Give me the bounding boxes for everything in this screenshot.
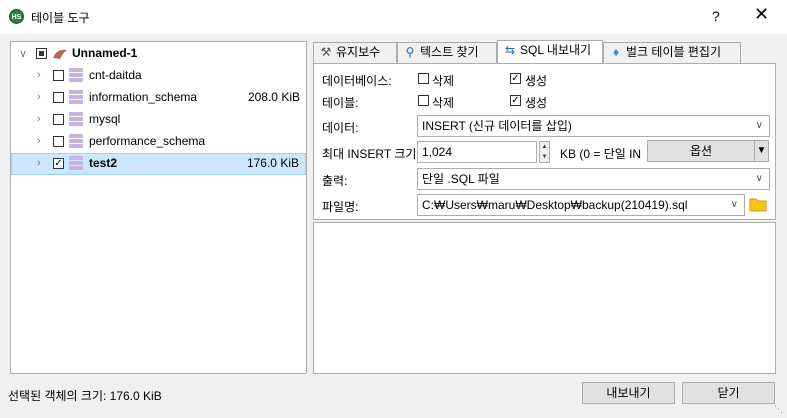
row-checkbox[interactable] xyxy=(53,114,64,125)
tab-bulk-table-editor[interactable]: ♦ 벌크 테이블 편집기 xyxy=(603,42,741,63)
data-mode-value: INSERT (신규 데이터를 삽입) xyxy=(422,119,572,133)
database-icon xyxy=(69,112,83,128)
max-insert-value: 1,024 xyxy=(422,145,453,159)
table-label: 테이블: xyxy=(322,96,359,110)
chevron-right-icon[interactable]: › xyxy=(37,91,41,103)
max-insert-stepper[interactable]: ▲ ▼ xyxy=(539,141,550,163)
close-window-button[interactable]: ✕ xyxy=(754,4,769,25)
table-create-checkbox[interactable]: ✓ xyxy=(510,95,521,106)
chevron-down-icon: ∨ xyxy=(755,120,763,131)
wrench-icon: ⚒ xyxy=(320,45,332,59)
database-create-checkbox[interactable]: ✓ xyxy=(510,73,521,84)
database-drop-label: 삭제 xyxy=(432,74,455,88)
table-create-label: 생성 xyxy=(525,96,548,110)
database-name: performance_schema xyxy=(89,134,206,148)
row-checkbox[interactable] xyxy=(53,70,64,81)
database-icon xyxy=(69,90,83,106)
chevron-down-icon: ∨ xyxy=(755,173,763,184)
table-drop-checkbox[interactable] xyxy=(418,95,429,106)
table-stack-icon: ♦ xyxy=(612,45,620,59)
chevron-right-icon[interactable]: › xyxy=(37,69,41,81)
tree-row[interactable]: › cnt-daitda xyxy=(11,65,306,87)
database-create-label: 생성 xyxy=(525,74,548,88)
tab-label: 텍스트 찾기 xyxy=(420,45,479,59)
kb-hint: KB (0 = 단일 IN xyxy=(560,147,642,161)
tab-maintenance[interactable]: ⚒ 유지보수 xyxy=(313,42,397,63)
tab-label: 벌크 테이블 편집기 xyxy=(626,45,721,59)
database-label: 데이터베이스: xyxy=(322,74,392,88)
tab-sql-export[interactable]: ⇆ SQL 내보내기 xyxy=(497,40,603,63)
title-bar: HS 테이블 도구 ? ✕ xyxy=(0,0,787,34)
database-name: information_schema xyxy=(89,90,198,104)
sql-export-panel: 데이터베이스: 삭제 ✓ 생성 테이블: 삭제 ✓ 생성 데이터: INSERT… xyxy=(313,63,776,220)
database-size: 176.0 KiB xyxy=(246,156,299,170)
tree-row[interactable]: › mysql xyxy=(11,109,306,131)
chevron-right-icon[interactable]: › xyxy=(37,113,41,125)
tab-label: SQL 내보내기 xyxy=(520,43,592,57)
chevron-right-icon[interactable]: › xyxy=(37,157,41,169)
status-text: 선택된 객체의 크기: 176.0 KiB xyxy=(8,389,162,403)
root-label: Unnamed-1 xyxy=(72,46,138,60)
tab-find-text[interactable]: ⚲ 텍스트 찾기 xyxy=(397,42,497,63)
database-name: mysql xyxy=(89,112,121,126)
database-size: 208.0 KiB xyxy=(247,90,300,104)
export-arrows-icon: ⇆ xyxy=(504,43,516,57)
export-button[interactable]: 내보내기 xyxy=(582,382,675,404)
data-label: 데이터: xyxy=(322,121,359,135)
output-value: 단일 .SQL 파일 xyxy=(422,172,500,186)
tree-row-selected[interactable]: › ✓ test2 176.0 KiB xyxy=(11,153,306,175)
root-checkbox[interactable] xyxy=(36,48,47,59)
database-name: test2 xyxy=(89,156,118,170)
object-tree[interactable]: ∨ Unnamed-1 › cnt-daitda › information_s… xyxy=(10,41,307,374)
chevron-down-icon: ∨ xyxy=(730,199,738,210)
row-checkbox-checked[interactable]: ✓ xyxy=(53,158,64,169)
row-checkbox[interactable] xyxy=(53,136,64,147)
options-dropdown-button[interactable]: ▼ xyxy=(754,140,769,162)
magnifier-icon: ⚲ xyxy=(405,45,415,59)
max-insert-input[interactable]: 1,024 xyxy=(417,141,537,163)
database-icon xyxy=(69,134,83,150)
folder-icon[interactable] xyxy=(749,196,767,212)
max-insert-label: 최대 INSERT 크기: xyxy=(322,147,420,161)
close-button[interactable]: 닫기 xyxy=(682,382,775,404)
chevron-right-icon[interactable]: › xyxy=(37,135,41,147)
resize-grip-icon[interactable]: ⋱ xyxy=(774,404,783,415)
filename-label: 파일명: xyxy=(322,200,359,214)
mysql-dolphin-icon xyxy=(53,49,67,59)
tree-root-row[interactable]: ∨ Unnamed-1 xyxy=(11,43,306,65)
data-mode-select[interactable]: INSERT (신규 데이터를 삽입) ∨ xyxy=(417,115,770,137)
options-button[interactable]: 옵션 xyxy=(647,140,755,162)
app-logo-icon: HS xyxy=(9,9,24,24)
tree-row[interactable]: › performance_schema xyxy=(11,131,306,153)
sql-preview-area[interactable] xyxy=(313,222,776,374)
filename-input[interactable]: C:₩Users₩maru₩Desktop₩backup(210419).sql… xyxy=(417,194,745,216)
database-icon xyxy=(69,68,83,84)
database-checked-icon xyxy=(69,156,83,172)
table-drop-label: 삭제 xyxy=(432,96,455,110)
output-select[interactable]: 단일 .SQL 파일 ∨ xyxy=(417,168,770,190)
tree-row[interactable]: › information_schema 208.0 KiB xyxy=(11,87,306,109)
row-checkbox[interactable] xyxy=(53,92,64,103)
tab-label: 유지보수 xyxy=(336,45,381,59)
output-label: 출력: xyxy=(322,174,348,188)
database-drop-checkbox[interactable] xyxy=(418,73,429,84)
chevron-down-icon[interactable]: ∨ xyxy=(19,47,27,60)
database-name: cnt-daitda xyxy=(89,68,142,82)
filename-value: C:₩Users₩maru₩Desktop₩backup(210419).sql xyxy=(422,198,688,212)
help-button[interactable]: ? xyxy=(712,8,720,24)
window-title: 테이블 도구 xyxy=(31,11,90,25)
